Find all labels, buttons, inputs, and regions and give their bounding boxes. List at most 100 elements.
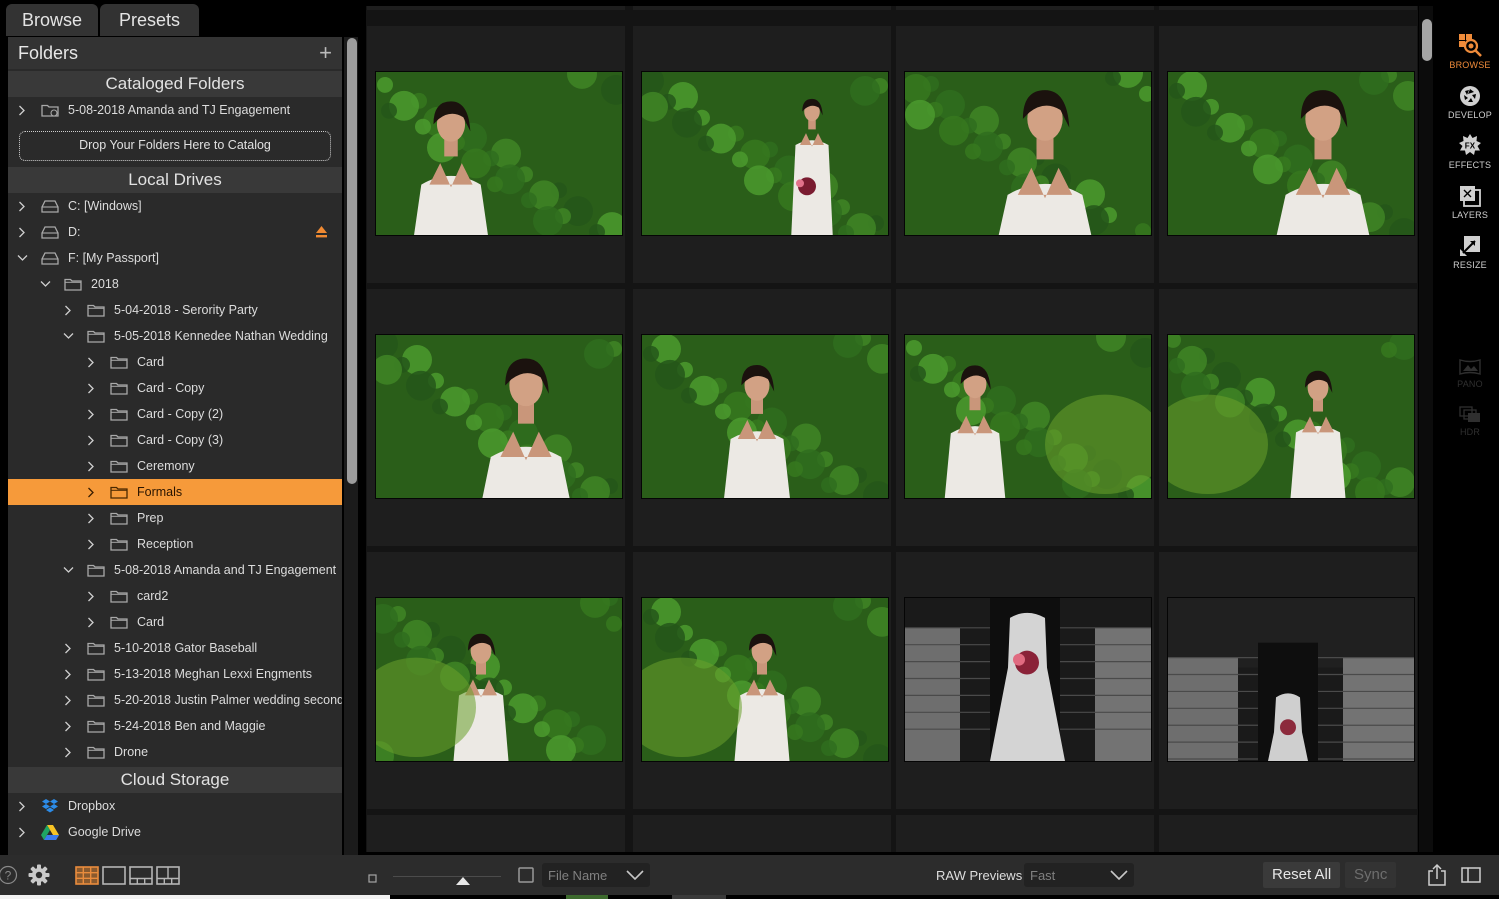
folder-item[interactable]: card2 bbox=[8, 583, 342, 609]
photo-thumbnail[interactable] bbox=[904, 71, 1152, 236]
drive-item[interactable]: C: [Windows] bbox=[8, 193, 342, 219]
svg-text:FX: FX bbox=[1465, 142, 1476, 151]
folders-scrollbar-thumb[interactable] bbox=[347, 38, 357, 484]
module-effects[interactable]: FX EFFECTS bbox=[1440, 131, 1499, 170]
cataloged-folder-item[interactable]: 5-08-2018 Amanda and TJ Engagement bbox=[8, 97, 342, 123]
folder-item[interactable]: Card - Copy (3) bbox=[8, 427, 342, 453]
drive-item[interactable]: F: [My Passport] bbox=[8, 245, 342, 271]
photo-thumbnail[interactable] bbox=[1167, 597, 1415, 762]
module-label: BROWSE bbox=[1449, 60, 1491, 70]
chevron-right-icon[interactable] bbox=[85, 486, 97, 498]
small-thumb-icon[interactable] bbox=[368, 871, 378, 889]
grid-scrollbar-thumb[interactable] bbox=[1422, 19, 1432, 61]
folder-item[interactable]: 5-24-2018 Ben and Maggie bbox=[8, 713, 342, 739]
photo-thumbnail[interactable] bbox=[641, 334, 889, 499]
thumb-size-slider-track[interactable] bbox=[393, 876, 501, 877]
sort-by-dropdown[interactable]: File Name bbox=[542, 863, 650, 887]
chevron-right-icon[interactable] bbox=[16, 826, 28, 838]
tree-item-label: Card - Copy bbox=[137, 381, 205, 395]
photo-thumbnail[interactable] bbox=[904, 334, 1152, 499]
chevron-right-icon[interactable] bbox=[62, 304, 74, 316]
chevron-right-icon[interactable] bbox=[16, 800, 28, 812]
export-share-icon[interactable] bbox=[1427, 863, 1447, 892]
module-layers[interactable]: LAYERS bbox=[1440, 181, 1499, 220]
folder-item[interactable]: 2018 bbox=[8, 271, 342, 297]
cloud-storage-item[interactable]: Dropbox bbox=[8, 793, 342, 819]
folder-item[interactable]: 5-05-2018 Kennedee Nathan Wedding bbox=[8, 323, 342, 349]
folder-item[interactable]: 5-10-2018 Gator Baseball bbox=[8, 635, 342, 661]
toggle-panel-icon[interactable] bbox=[1461, 867, 1481, 888]
tree-item-label: Card bbox=[137, 615, 165, 629]
raw-previews-dropdown[interactable]: Fast bbox=[1024, 863, 1134, 887]
reset-all-button[interactable]: Reset All bbox=[1263, 862, 1341, 888]
compare-view-icon[interactable] bbox=[156, 866, 180, 890]
tree-item-label: 5-13-2018 Meghan Lexxi Engments bbox=[114, 667, 313, 681]
folder-item[interactable]: Card - Copy bbox=[8, 375, 342, 401]
folder-item[interactable]: Card bbox=[8, 609, 342, 635]
folder-item[interactable]: Reception bbox=[8, 531, 342, 557]
module-resize[interactable]: RESIZE bbox=[1440, 231, 1499, 270]
plus-icon[interactable]: + bbox=[319, 42, 332, 64]
folder-item[interactable]: Card bbox=[8, 349, 342, 375]
module-hdr: HDR bbox=[1440, 398, 1499, 437]
chevron-right-icon[interactable] bbox=[85, 434, 97, 446]
chevron-right-icon[interactable] bbox=[85, 616, 97, 628]
sort-checkbox[interactable] bbox=[518, 867, 534, 888]
folder-item[interactable]: 5-20-2018 Justin Palmer wedding second bbox=[8, 687, 342, 713]
photo-thumbnail[interactable] bbox=[1167, 71, 1415, 236]
folder-item[interactable]: Card - Copy (2) bbox=[8, 401, 342, 427]
grid-cell bbox=[633, 815, 891, 852]
catalog-drop-zone[interactable]: Drop Your Folders Here to Catalog bbox=[19, 131, 331, 161]
chevron-right-icon[interactable] bbox=[16, 104, 28, 116]
chevron-right-icon[interactable] bbox=[85, 356, 97, 368]
chevron-down-icon[interactable] bbox=[16, 252, 28, 264]
chevron-down-icon[interactable] bbox=[39, 278, 51, 290]
sync-button[interactable]: Sync bbox=[1345, 862, 1397, 888]
photo-thumbnail[interactable] bbox=[641, 71, 889, 236]
chevron-right-icon[interactable] bbox=[85, 382, 97, 394]
drive-icon bbox=[40, 251, 60, 265]
folder-item[interactable]: Drone bbox=[8, 739, 342, 765]
help-icon[interactable]: ? bbox=[0, 865, 18, 890]
module-develop[interactable]: DEVELOP bbox=[1440, 81, 1499, 120]
raw-previews-value: Fast bbox=[1030, 867, 1056, 883]
chevron-right-icon[interactable] bbox=[16, 200, 28, 212]
chevron-right-icon[interactable] bbox=[62, 694, 74, 706]
chevron-down-icon[interactable] bbox=[62, 330, 74, 342]
grid-scrollbar-track[interactable] bbox=[1419, 6, 1433, 852]
chevron-right-icon[interactable] bbox=[85, 408, 97, 420]
chevron-right-icon[interactable] bbox=[85, 460, 97, 472]
thumb-size-slider-handle[interactable] bbox=[455, 873, 471, 891]
cloud-storage-item[interactable]: Google Drive bbox=[8, 819, 342, 845]
folder-item[interactable]: 5-13-2018 Meghan Lexxi Engments bbox=[8, 661, 342, 687]
chevron-right-icon[interactable] bbox=[62, 668, 74, 680]
tab-browse[interactable]: Browse bbox=[6, 4, 99, 36]
chevron-down-icon[interactable] bbox=[62, 564, 74, 576]
photo-thumbnail[interactable] bbox=[375, 597, 623, 762]
photo-thumbnail[interactable] bbox=[375, 334, 623, 499]
filmstrip-view-icon[interactable] bbox=[129, 866, 153, 890]
chevron-right-icon[interactable] bbox=[85, 538, 97, 550]
gear-icon[interactable] bbox=[28, 864, 50, 891]
folder-item[interactable]: 5-08-2018 Amanda and TJ Engagement bbox=[8, 557, 342, 583]
module-browse[interactable]: BROWSE bbox=[1440, 31, 1499, 70]
folder-item[interactable]: Formals bbox=[8, 479, 342, 505]
photo-thumbnail[interactable] bbox=[1167, 334, 1415, 499]
eject-icon[interactable] bbox=[315, 225, 328, 241]
chevron-right-icon[interactable] bbox=[85, 512, 97, 524]
chevron-right-icon[interactable] bbox=[62, 746, 74, 758]
photo-thumbnail[interactable] bbox=[641, 597, 889, 762]
chevron-right-icon[interactable] bbox=[85, 590, 97, 602]
folder-item[interactable]: Prep bbox=[8, 505, 342, 531]
single-view-icon[interactable] bbox=[102, 866, 126, 890]
chevron-right-icon[interactable] bbox=[16, 226, 28, 238]
drive-item[interactable]: D: bbox=[8, 219, 342, 245]
photo-thumbnail[interactable] bbox=[375, 71, 623, 236]
folder-item[interactable]: Ceremony bbox=[8, 453, 342, 479]
folder-item[interactable]: 5-04-2018 - Serority Party bbox=[8, 297, 342, 323]
tab-presets[interactable]: Presets bbox=[100, 4, 200, 36]
chevron-right-icon[interactable] bbox=[62, 720, 74, 732]
grid-view-icon[interactable] bbox=[75, 866, 99, 890]
chevron-right-icon[interactable] bbox=[62, 642, 74, 654]
photo-thumbnail[interactable] bbox=[904, 597, 1152, 762]
